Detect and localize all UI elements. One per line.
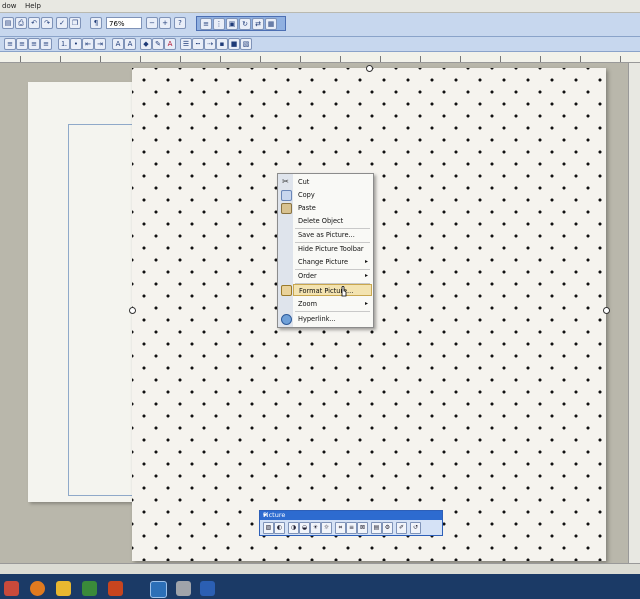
zoom-in-icon[interactable]: + — [159, 17, 171, 29]
zoom-out-icon[interactable]: − — [146, 17, 158, 29]
resize-handle-right[interactable] — [603, 307, 610, 314]
resize-handle-top[interactable] — [366, 65, 373, 72]
menu-item-change-picture[interactable]: Change Picture ▸ — [293, 256, 372, 268]
align-left-icon[interactable]: ≡ — [4, 38, 16, 50]
format-picture-icon — [281, 285, 292, 296]
submenu-arrow-icon: ▸ — [364, 258, 368, 265]
shadow-style-icon[interactable]: ▪ — [216, 38, 228, 50]
grow-font-icon[interactable]: A — [112, 38, 124, 50]
margin-guide — [68, 124, 137, 496]
taskbar — [0, 574, 640, 599]
more-contrast-icon[interactable]: ◑ — [288, 522, 299, 534]
paste-icon — [281, 203, 292, 214]
color-icon[interactable]: ◐ — [274, 522, 285, 534]
more-brightness-icon[interactable]: ☀ — [310, 522, 321, 534]
spell-icon[interactable]: ✓ — [56, 17, 68, 29]
increase-indent-icon[interactable]: ⇥ — [94, 38, 106, 50]
print-icon[interactable]: ⎙ — [15, 17, 27, 29]
menu-item-zoom[interactable]: Zoom ▸ — [293, 298, 372, 310]
copy-toolbar-icon[interactable]: ❐ — [69, 17, 81, 29]
word-icon[interactable] — [200, 581, 215, 596]
less-contrast-icon[interactable]: ◒ — [299, 522, 310, 534]
menu-item-hyperlink[interactable]: Hyperlink... — [293, 313, 372, 325]
menu-item-format-picture[interactable]: Format Picture... — [293, 284, 372, 296]
align-center-icon[interactable]: ≡ — [16, 38, 28, 50]
pinned-app-icon[interactable] — [4, 581, 19, 596]
copy-icon — [281, 190, 292, 201]
insert-picture-icon[interactable]: ▨ — [263, 522, 274, 534]
flip-icon[interactable]: ⇄ — [252, 18, 264, 30]
standard-toolbar: ▤ ⎙ ↶ ↷ ✓ ❐ ¶ 76% − + ? ≡ ⋮ ▣ ↻ ⇄ ▦ — [0, 13, 640, 37]
line-color-icon[interactable]: ✎ — [152, 38, 164, 50]
set-transparent-color-icon[interactable]: ✐ — [396, 522, 407, 534]
reset-picture-icon[interactable]: ↺ — [410, 522, 421, 534]
align-icon[interactable]: ≡ — [200, 18, 212, 30]
numbering-icon[interactable]: ⒈ — [58, 38, 70, 50]
horizontal-scrollbar[interactable] — [0, 563, 640, 574]
menu-item-save-as-picture[interactable]: Save as Picture... — [293, 229, 372, 241]
hyperlink-icon — [281, 314, 292, 325]
powerpoint-icon[interactable] — [108, 581, 123, 596]
compress-icon[interactable]: ⊠ — [357, 522, 368, 534]
picture-toolbar: Picture ▾ × ▨ ◐ ◑ ◒ ☀ ☼ ⌗ ≡ ⊠ ▤ ⚙ ✐ ↺ — [259, 510, 443, 536]
explorer-icon[interactable] — [56, 581, 71, 596]
crop-icon[interactable]: ⌗ — [335, 522, 346, 534]
zoom-field[interactable]: 76% — [106, 17, 142, 29]
open-icon[interactable]: ▤ — [2, 17, 14, 29]
menu-item-paste[interactable]: Paste — [293, 202, 372, 214]
menu-item-copy[interactable]: Copy — [293, 189, 372, 201]
firefox-icon[interactable] — [30, 581, 45, 596]
menu-item-delete-object[interactable]: Delete Object — [293, 215, 372, 227]
menu-help[interactable]: Help — [25, 2, 41, 10]
vertical-scrollbar[interactable] — [628, 63, 640, 563]
menu-window[interactable]: dow — [2, 2, 16, 10]
mouse-cursor-icon — [341, 286, 347, 297]
submenu-arrow-icon: ▸ — [364, 300, 368, 307]
3d-style-icon[interactable]: ■ — [228, 38, 240, 50]
dash-style-icon[interactable]: ┅ — [192, 38, 204, 50]
menu-bar: dow Help — [0, 0, 640, 13]
menu-separator — [295, 311, 370, 312]
line-style-icon[interactable]: ≡ — [346, 522, 357, 534]
publisher-icon[interactable] — [150, 581, 167, 598]
scissors-icon: ✂ — [282, 177, 289, 186]
decrease-indent-icon[interactable]: ⇤ — [82, 38, 94, 50]
picture-toolbar-titlebar[interactable]: Picture ▾ × — [260, 511, 442, 520]
objects-toolbar: ≡ ⋮ ▣ ↻ ⇄ ▦ — [196, 16, 286, 31]
menu-item-hide-picture-toolbar[interactable]: Hide Picture Toolbar — [293, 243, 372, 255]
format-picture-toolbar-icon[interactable]: ⚙ — [382, 522, 393, 534]
distribute-icon[interactable]: ⋮ — [213, 18, 225, 30]
group-icon[interactable]: ▣ — [226, 18, 238, 30]
formatting-toolbar: ≡ ≡ ≡ ≡ ⒈ • ⇤ ⇥ A A ◆ ✎ A ☰ ┅ ⇢ ▪ ■ ▧ — [0, 37, 640, 52]
justify-icon[interactable]: ≡ — [40, 38, 52, 50]
menu-item-cut[interactable]: Cut — [293, 176, 372, 188]
redo-icon[interactable]: ↷ — [41, 17, 53, 29]
menu-item-order[interactable]: Order ▸ — [293, 270, 372, 282]
close-icon[interactable]: × — [263, 511, 439, 520]
help-icon[interactable]: ? — [174, 17, 186, 29]
text-wrapping-icon[interactable]: ▤ — [371, 522, 382, 534]
arrow-style-icon[interactable]: ⇢ — [204, 38, 216, 50]
submenu-arrow-icon: ▸ — [364, 272, 368, 279]
arrange-icon[interactable]: ▦ — [265, 18, 277, 30]
font-color-icon[interactable]: A — [164, 38, 176, 50]
undo-icon[interactable]: ↶ — [28, 17, 40, 29]
less-brightness-icon[interactable]: ☼ — [321, 522, 332, 534]
bullets-icon[interactable]: • — [70, 38, 82, 50]
app-icon[interactable] — [176, 581, 191, 596]
resize-handle-left[interactable] — [129, 307, 136, 314]
horizontal-ruler[interactable] — [0, 52, 640, 63]
align-right-icon[interactable]: ≡ — [28, 38, 40, 50]
context-menu: ✂ Cut Copy Paste Delete Object Save as P… — [277, 173, 374, 328]
rotate-icon[interactable]: ↻ — [239, 18, 251, 30]
wrap-icon[interactable]: ▧ — [240, 38, 252, 50]
fill-color-icon[interactable]: ◆ — [140, 38, 152, 50]
excel-icon[interactable] — [82, 581, 97, 596]
paragraph-icon[interactable]: ¶ — [90, 17, 102, 29]
line-style-icon[interactable]: ☰ — [180, 38, 192, 50]
shrink-font-icon[interactable]: A — [124, 38, 136, 50]
